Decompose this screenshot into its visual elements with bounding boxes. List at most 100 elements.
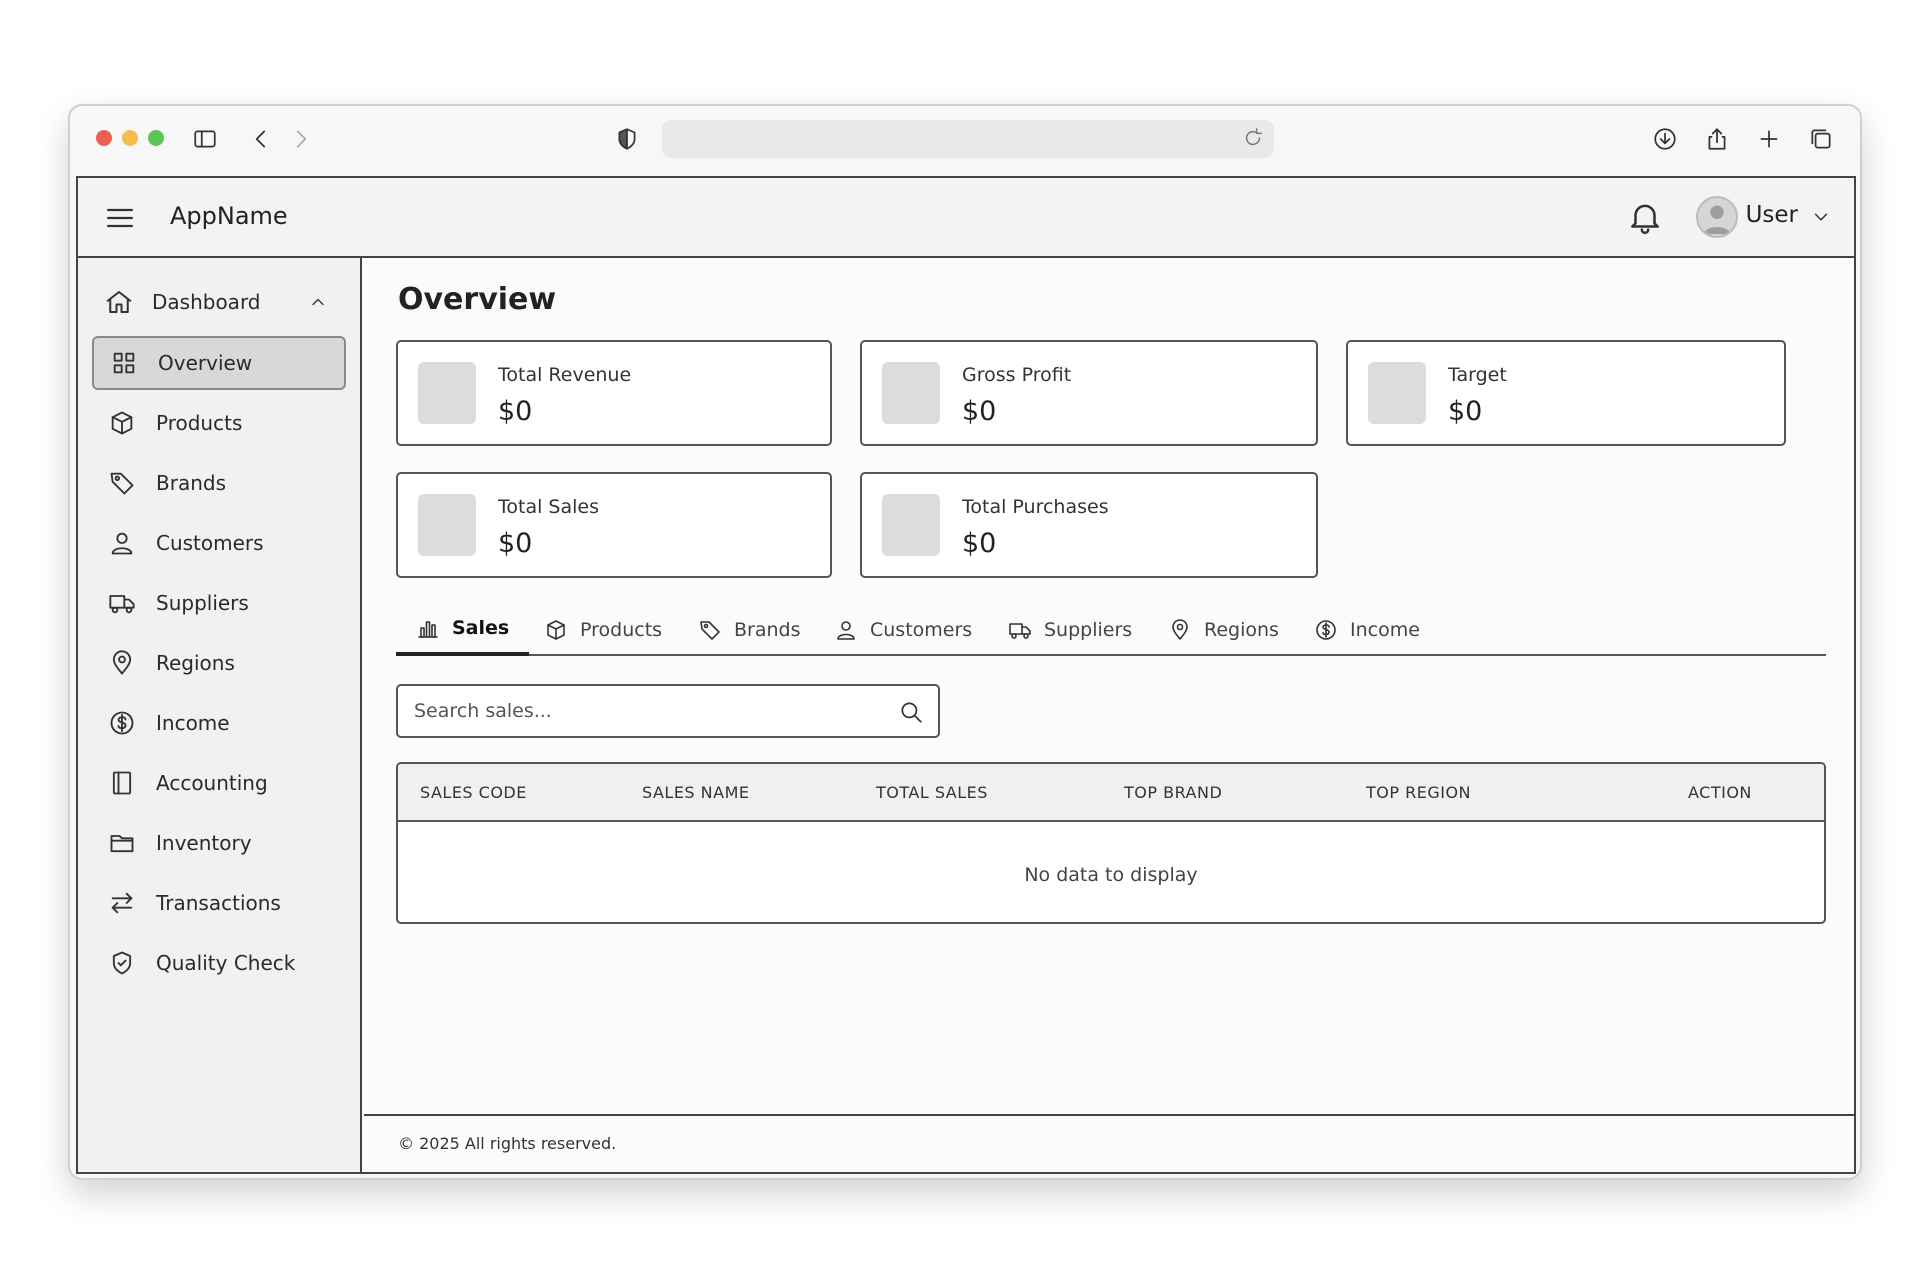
card-label: Total Sales <box>498 496 599 518</box>
truck-icon <box>108 589 136 617</box>
app-frame: AppName User Dashboard Overview Products… <box>76 176 1856 1174</box>
sidebar-item-regions[interactable]: Regions <box>92 636 346 690</box>
sidebar-item-quality-check[interactable]: Quality Check <box>92 936 346 990</box>
sidebar-item-label: Accounting <box>156 771 268 795</box>
tabs-icon[interactable] <box>1808 126 1834 152</box>
download-icon[interactable] <box>1652 126 1678 152</box>
card-value: $0 <box>498 528 533 559</box>
main-content: Overview Total Revenue $0 Gross Profit $… <box>364 258 1854 1172</box>
sidebar-icon[interactable] <box>192 126 218 152</box>
tab-regions[interactable]: Regions <box>1168 604 1279 656</box>
sidebar-item-transactions[interactable]: Transactions <box>92 876 346 930</box>
card-value: $0 <box>498 396 533 427</box>
sidebar-group-dashboard[interactable]: Dashboard <box>104 284 334 320</box>
tag-icon <box>108 469 136 497</box>
app-header: AppName User <box>78 178 1854 258</box>
sidebar: Dashboard Overview Products Brands Custo… <box>78 258 362 1172</box>
tab-income[interactable]: Income <box>1314 604 1420 656</box>
card-label: Gross Profit <box>962 364 1072 386</box>
sidebar-group-label: Dashboard <box>152 290 261 314</box>
tab-label: Products <box>580 619 663 641</box>
stat-card-target[interactable]: Target $0 <box>1346 340 1786 446</box>
sidebar-item-label: Transactions <box>156 891 281 915</box>
card-label: Target <box>1448 364 1507 386</box>
card-value: $0 <box>1448 396 1483 427</box>
ledger-icon <box>108 769 136 797</box>
sidebar-item-label: Income <box>156 711 230 735</box>
sidebar-item-accounting[interactable]: Accounting <box>92 756 346 810</box>
tab-bar: Sales Products Brands Customers Supplier… <box>396 604 1826 656</box>
sidebar-item-label: Suppliers <box>156 591 249 615</box>
sidebar-item-brands[interactable]: Brands <box>92 456 346 510</box>
stat-card-total-purchases[interactable]: Total Purchases $0 <box>860 472 1318 578</box>
box-icon <box>544 618 568 642</box>
sidebar-item-label: Inventory <box>156 831 252 855</box>
minimize-window-button[interactable] <box>122 130 138 146</box>
map-pin-icon <box>1168 618 1192 642</box>
forward-icon[interactable] <box>288 126 314 152</box>
sidebar-item-label: Regions <box>156 651 235 675</box>
box-icon <box>108 409 136 437</box>
column-header-total-sales[interactable]: TOTAL SALES <box>876 783 988 802</box>
tab-brands[interactable]: Brands <box>698 604 801 656</box>
sidebar-item-overview[interactable]: Overview <box>92 336 346 390</box>
sidebar-item-label: Quality Check <box>156 951 296 975</box>
bell-icon[interactable] <box>1626 198 1664 236</box>
reload-icon[interactable] <box>1242 127 1264 149</box>
plus-icon[interactable] <box>1756 126 1782 152</box>
empty-state-text: No data to display <box>1024 864 1198 886</box>
hamburger-menu-icon[interactable] <box>104 202 136 234</box>
tab-customers[interactable]: Customers <box>834 604 972 656</box>
sidebar-item-customers[interactable]: Customers <box>92 516 346 570</box>
address-bar[interactable] <box>662 120 1274 158</box>
tab-label: Income <box>1350 619 1420 641</box>
card-icon-placeholder <box>882 494 940 556</box>
stat-card-total-sales[interactable]: Total Sales $0 <box>396 472 832 578</box>
tab-label: Brands <box>734 619 801 641</box>
sidebar-item-label: Customers <box>156 531 264 555</box>
column-header-top-brand[interactable]: TOP BRAND <box>1124 783 1222 802</box>
card-value: $0 <box>962 528 997 559</box>
chevron-down-icon[interactable] <box>1810 206 1832 228</box>
sidebar-item-inventory[interactable]: Inventory <box>92 816 346 870</box>
tab-suppliers[interactable]: Suppliers <box>1008 604 1132 656</box>
search-box <box>396 684 940 738</box>
tab-products[interactable]: Products <box>544 604 662 656</box>
sidebar-item-products[interactable]: Products <box>92 396 346 450</box>
footer: © 2025 All rights reserved. <box>364 1114 1854 1172</box>
table-header: SALES CODE SALES NAME TOTAL SALES TOP BR… <box>398 764 1824 822</box>
card-label: Total Revenue <box>498 364 632 386</box>
card-label: Total Purchases <box>962 496 1109 518</box>
dollar-icon <box>1314 618 1338 642</box>
truck-icon <box>1008 618 1032 642</box>
avatar[interactable] <box>1696 196 1738 238</box>
stat-card-gross-profit[interactable]: Gross Profit $0 <box>860 340 1318 446</box>
share-icon[interactable] <box>1704 126 1730 152</box>
column-header-sales-code[interactable]: SALES CODE <box>420 783 527 802</box>
tag-icon <box>698 618 722 642</box>
sidebar-item-income[interactable]: Income <box>92 696 346 750</box>
close-window-button[interactable] <box>96 130 112 146</box>
column-header-top-region[interactable]: TOP REGION <box>1366 783 1471 802</box>
maximize-window-button[interactable] <box>148 130 164 146</box>
card-icon-placeholder <box>418 362 476 424</box>
browser-toolbar <box>70 106 1860 176</box>
tab-sales[interactable]: Sales <box>396 604 530 656</box>
shield-icon[interactable] <box>614 126 640 152</box>
tab-label: Customers <box>870 619 973 641</box>
stat-card-total-revenue[interactable]: Total Revenue $0 <box>396 340 832 446</box>
card-icon-placeholder <box>882 362 940 424</box>
tab-label: Sales <box>452 617 510 639</box>
user-name[interactable]: User <box>1746 202 1798 228</box>
app-name: AppName <box>170 202 288 230</box>
page-title: Overview <box>398 282 557 317</box>
sidebar-item-suppliers[interactable]: Suppliers <box>92 576 346 630</box>
search-input[interactable] <box>414 696 864 726</box>
user-icon <box>108 529 136 557</box>
chevron-up-icon[interactable] <box>308 292 328 312</box>
card-icon-placeholder <box>418 494 476 556</box>
search-icon[interactable] <box>898 699 924 725</box>
column-header-sales-name[interactable]: SALES NAME <box>642 783 750 802</box>
sales-table: SALES CODE SALES NAME TOTAL SALES TOP BR… <box>396 762 1826 924</box>
back-icon[interactable] <box>248 126 274 152</box>
